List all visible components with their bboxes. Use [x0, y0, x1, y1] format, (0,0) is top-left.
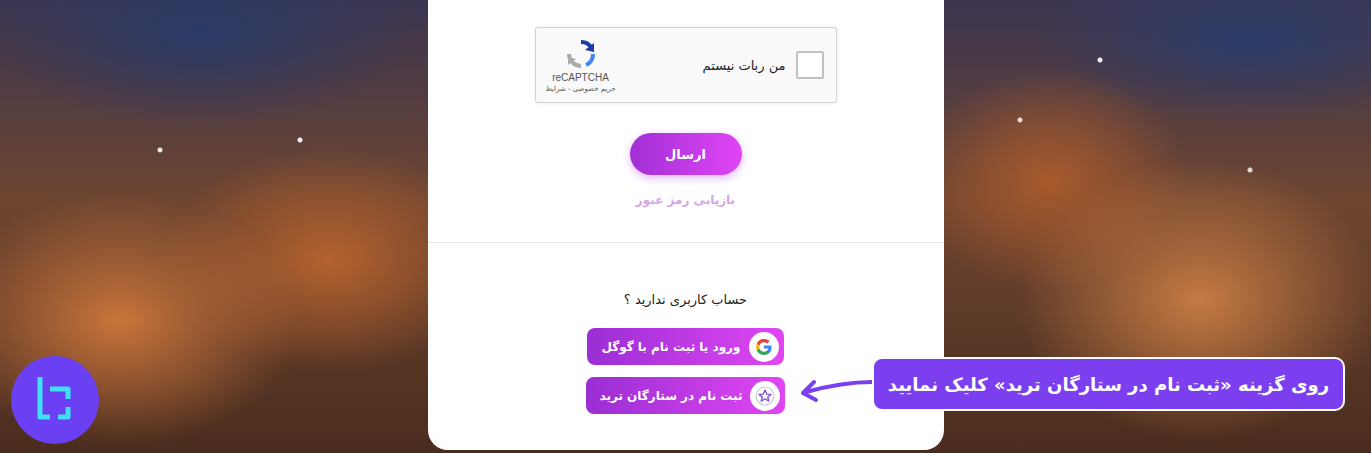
recaptcha-name: reCAPTCHA — [552, 72, 609, 83]
star-icon — [754, 385, 776, 407]
recaptcha-brand: reCAPTCHA حریم خصوصی - شرایط — [542, 38, 620, 93]
recaptcha-checkbox[interactable] — [796, 51, 824, 79]
button-icon-circle — [750, 381, 780, 411]
recaptcha-icon — [565, 38, 597, 70]
recaptcha-links[interactable]: حریم خصوصی - شرایط — [545, 85, 615, 93]
signup-prompt: حساب کاربری ندارید ؟ — [624, 291, 747, 309]
recaptcha-label: من ربات نیستم — [630, 58, 786, 73]
brand-logo-icon — [10, 355, 100, 445]
google-login-button[interactable]: ورود یا ثبت نام با گوگل — [587, 328, 783, 365]
forgot-password-link[interactable]: بازیابی رمز عبور — [636, 191, 735, 209]
login-page: من ربات نیستم reCAPTCHA حریم خصوصی - شرایط… — [0, 0, 1371, 453]
divider — [428, 242, 944, 243]
submit-button[interactable]: ارسال — [630, 133, 742, 175]
register-button[interactable]: ثبت نام در ستارگان ترید — [586, 377, 786, 414]
google-icon — [754, 337, 774, 357]
arrow-icon — [798, 372, 874, 404]
instruction-callout: روی گزینه «ثبت نام در ستارگان ترید» کلیک… — [872, 357, 1345, 411]
recaptcha-widget: من ربات نیستم reCAPTCHA حریم خصوصی - شرایط — [535, 27, 837, 103]
button-icon-circle — [749, 332, 779, 362]
